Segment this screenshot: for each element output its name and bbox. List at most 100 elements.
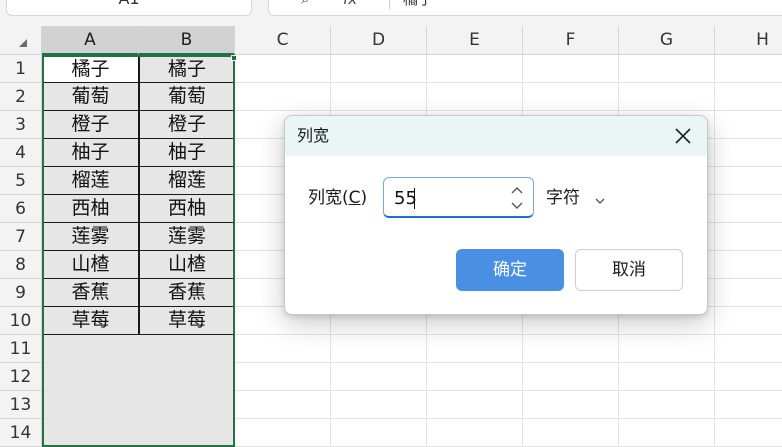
- cell-h13[interactable]: [715, 391, 782, 419]
- cell-b10[interactable]: 草莓: [139, 307, 235, 335]
- cell-a6[interactable]: 西柚: [42, 195, 139, 223]
- row-header-4[interactable]: 4: [0, 139, 42, 167]
- cell-g12[interactable]: [619, 363, 715, 391]
- cell-b1[interactable]: 橘子: [139, 55, 235, 83]
- cell-b5[interactable]: 榴莲: [139, 167, 235, 195]
- row-header-9[interactable]: 9: [0, 279, 42, 307]
- cell-a7[interactable]: 莲雾: [42, 223, 139, 251]
- cell-a1[interactable]: 橘子: [42, 55, 139, 83]
- cell-b14[interactable]: [139, 419, 235, 447]
- cell-b6[interactable]: 西柚: [139, 195, 235, 223]
- cell-e13[interactable]: [427, 391, 523, 419]
- row-header-10[interactable]: 10: [0, 307, 42, 335]
- cell-h5[interactable]: [715, 167, 782, 195]
- fx-icon[interactable]: fx: [343, 0, 357, 15]
- cell-h6[interactable]: [715, 195, 782, 223]
- cell-a13[interactable]: [42, 391, 139, 419]
- cell-f11[interactable]: [523, 335, 619, 363]
- search-icon[interactable]: ⌕: [301, 0, 309, 15]
- cell-b12[interactable]: [139, 363, 235, 391]
- cell-a12[interactable]: [42, 363, 139, 391]
- row-header-12[interactable]: 12: [0, 363, 42, 391]
- cell-f12[interactable]: [523, 363, 619, 391]
- select-all-button[interactable]: [0, 26, 42, 55]
- ok-button[interactable]: 确定: [456, 249, 564, 291]
- unit-dropdown[interactable]: 字符: [546, 186, 580, 210]
- cell-h14[interactable]: [715, 419, 782, 447]
- cell-h9[interactable]: [715, 279, 782, 307]
- cell-c2[interactable]: [235, 83, 331, 111]
- column-header-d[interactable]: D: [331, 26, 427, 55]
- cell-h3[interactable]: [715, 111, 782, 139]
- formula-value[interactable]: 橘子: [403, 0, 433, 15]
- cell-d12[interactable]: [331, 363, 427, 391]
- cell-c1[interactable]: [235, 55, 331, 83]
- cell-b9[interactable]: 香蕉: [139, 279, 235, 307]
- row-header-11[interactable]: 11: [0, 335, 42, 363]
- cell-h2[interactable]: [715, 83, 782, 111]
- cell-d14[interactable]: [331, 419, 427, 447]
- cell-a4[interactable]: 柚子: [42, 139, 139, 167]
- cell-b13[interactable]: [139, 391, 235, 419]
- cell-h4[interactable]: [715, 139, 782, 167]
- row-header-1[interactable]: 1: [0, 55, 42, 83]
- cell-a10[interactable]: 草莓: [42, 307, 139, 335]
- cell-e1[interactable]: [427, 55, 523, 83]
- cell-c11[interactable]: [235, 335, 331, 363]
- cell-f13[interactable]: [523, 391, 619, 419]
- cell-f1[interactable]: [523, 55, 619, 83]
- stepper-arrows[interactable]: [509, 182, 525, 214]
- cell-a2[interactable]: 葡萄: [42, 83, 139, 111]
- cell-c13[interactable]: [235, 391, 331, 419]
- cell-g13[interactable]: [619, 391, 715, 419]
- column-header-g[interactable]: G: [619, 26, 715, 55]
- cell-h1[interactable]: [715, 55, 782, 83]
- cell-a14[interactable]: [42, 419, 139, 447]
- cell-b11[interactable]: [139, 335, 235, 363]
- cell-h7[interactable]: [715, 223, 782, 251]
- cell-g1[interactable]: [619, 55, 715, 83]
- row-header-13[interactable]: 13: [0, 391, 42, 419]
- column-header-e[interactable]: E: [427, 26, 523, 55]
- cell-a5[interactable]: 榴莲: [42, 167, 139, 195]
- close-icon[interactable]: [673, 126, 693, 146]
- row-header-3[interactable]: 3: [0, 111, 42, 139]
- cell-a9[interactable]: 香蕉: [42, 279, 139, 307]
- cell-b8[interactable]: 山楂: [139, 251, 235, 279]
- name-box[interactable]: A1: [6, 0, 252, 16]
- cell-h12[interactable]: [715, 363, 782, 391]
- cell-a3[interactable]: 橙子: [42, 111, 139, 139]
- cell-b2[interactable]: 葡萄: [139, 83, 235, 111]
- column-width-input[interactable]: [394, 185, 494, 211]
- row-header-5[interactable]: 5: [0, 167, 42, 195]
- fill-handle[interactable]: [231, 55, 237, 61]
- cell-f14[interactable]: [523, 419, 619, 447]
- cell-h11[interactable]: [715, 335, 782, 363]
- cell-b7[interactable]: 莲雾: [139, 223, 235, 251]
- cell-d11[interactable]: [331, 335, 427, 363]
- cell-e11[interactable]: [427, 335, 523, 363]
- column-width-stepper[interactable]: [383, 177, 534, 218]
- row-header-8[interactable]: 8: [0, 251, 42, 279]
- cell-a11[interactable]: [42, 335, 139, 363]
- cell-g2[interactable]: [619, 83, 715, 111]
- cell-e14[interactable]: [427, 419, 523, 447]
- row-header-14[interactable]: 14: [0, 419, 42, 447]
- cell-d13[interactable]: [331, 391, 427, 419]
- row-header-6[interactable]: 6: [0, 195, 42, 223]
- row-header-7[interactable]: 7: [0, 223, 42, 251]
- cell-f2[interactable]: [523, 83, 619, 111]
- chevron-down-icon[interactable]: [594, 192, 606, 204]
- cell-c12[interactable]: [235, 363, 331, 391]
- row-header-2[interactable]: 2: [0, 83, 42, 111]
- cell-d1[interactable]: [331, 55, 427, 83]
- cell-b4[interactable]: 柚子: [139, 139, 235, 167]
- column-header-f[interactable]: F: [523, 26, 619, 55]
- cell-b3[interactable]: 橙子: [139, 111, 235, 139]
- cell-c14[interactable]: [235, 419, 331, 447]
- column-header-b[interactable]: B: [139, 26, 235, 55]
- column-header-a[interactable]: A: [42, 26, 139, 55]
- cell-h8[interactable]: [715, 251, 782, 279]
- cell-g11[interactable]: [619, 335, 715, 363]
- cell-h10[interactable]: [715, 307, 782, 335]
